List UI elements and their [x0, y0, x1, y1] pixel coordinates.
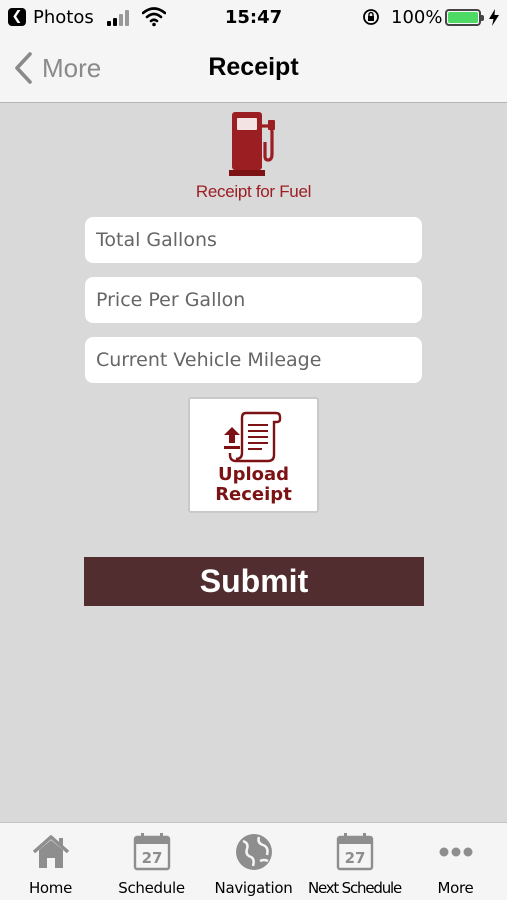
upload-receipt-icon [223, 411, 281, 463]
navigation-bar: More Receipt [0, 36, 507, 103]
total-gallons-input[interactable] [85, 217, 422, 263]
calendar-day: 27 [344, 849, 365, 867]
globe-icon [235, 834, 272, 870]
fuel-pump-icon [228, 112, 275, 176]
battery-percent: 100% [391, 7, 443, 28]
more-dots-icon [439, 847, 472, 857]
calendar-icon: 27 [133, 833, 170, 871]
battery-fill [448, 12, 478, 23]
calendar-icon: 27 [336, 833, 373, 871]
status-bar: ❮ Photos 15:47 100% [0, 0, 507, 36]
tab-next-schedule[interactable]: 27 Next Schedule [304, 823, 405, 900]
upload-label-line1: Upload [217, 464, 290, 485]
orientation-lock-icon [363, 9, 379, 25]
tab-label: More [437, 879, 474, 897]
battery-icon [445, 9, 484, 26]
charging-bolt-icon [489, 9, 499, 26]
upload-receipt-button[interactable]: Upload Receipt [188, 397, 319, 513]
tab-label: Schedule [118, 879, 185, 897]
tab-more[interactable]: More [405, 823, 506, 900]
home-icon [32, 835, 69, 868]
calendar-day: 27 [141, 849, 162, 867]
receipt-type-caption: Receipt for Fuel [195, 182, 312, 201]
tab-label: Navigation [214, 879, 293, 897]
page-title: Receipt [208, 53, 299, 81]
receipt-header: Receipt for Fuel [0, 108, 507, 202]
tab-bar: Home 27 Schedule Navigation 27 Next Sche… [0, 822, 507, 900]
vehicle-mileage-input[interactable] [85, 337, 422, 383]
upload-label-line2: Receipt [215, 484, 292, 505]
tab-label: Home [28, 879, 73, 897]
tab-navigation[interactable]: Navigation [203, 823, 304, 900]
price-per-gallon-input[interactable] [85, 277, 422, 323]
tab-schedule[interactable]: 27 Schedule [101, 823, 202, 900]
submit-button[interactable]: Submit [84, 557, 424, 606]
tab-label: Next Schedule [307, 879, 402, 897]
tab-home[interactable]: Home [0, 823, 101, 900]
